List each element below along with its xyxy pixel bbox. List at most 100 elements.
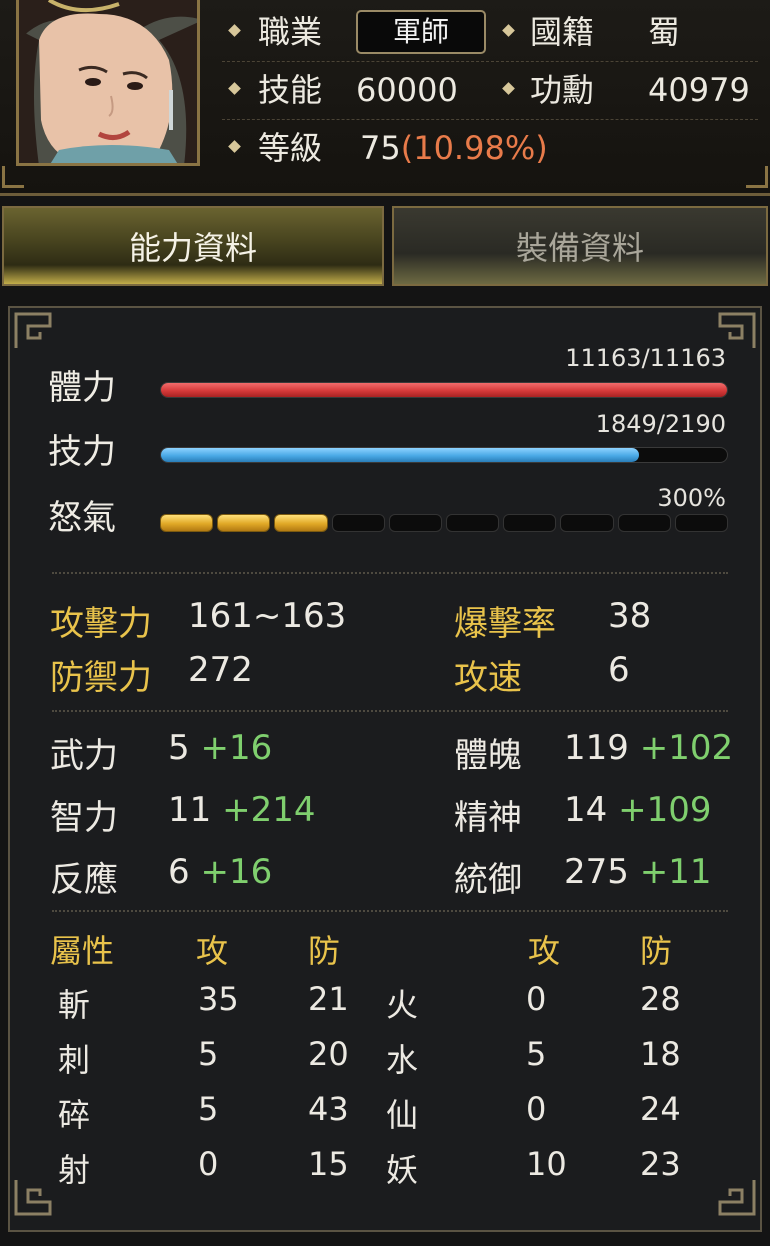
agi-label: 反應 — [50, 860, 118, 900]
agi-bonus: +16 — [200, 852, 273, 892]
fret-corner-icon — [12, 1176, 54, 1218]
attack-value: 161~163 — [188, 596, 347, 636]
element-atk: 0 — [198, 1145, 219, 1183]
element-atk: 5 — [198, 1090, 219, 1128]
info-row-job: 職業 軍師 國籍 蜀 — [222, 4, 758, 62]
bullet-diamond-icon — [502, 82, 515, 95]
element-atk: 35 — [198, 980, 239, 1018]
agi-value: 6 +16 — [168, 852, 272, 892]
int-base: 11 — [168, 790, 212, 830]
divider — [52, 910, 728, 912]
def-header: 防 — [640, 932, 673, 970]
rage-segment — [617, 514, 671, 532]
hp-value: 11163/11163 — [565, 344, 726, 372]
lead-value: 275 +11 — [564, 852, 711, 892]
job-badge: 軍師 — [356, 10, 486, 54]
spi-label: 精神 — [454, 798, 522, 838]
rage-segment — [503, 514, 557, 532]
level-value: 75(10.98%) — [360, 128, 548, 168]
merit-value: 40979 — [648, 71, 750, 109]
element-atk: 0 — [526, 980, 547, 1018]
element-name: 射 — [58, 1151, 91, 1189]
speed-value: 6 — [608, 650, 630, 690]
hp-label: 體力 — [48, 368, 116, 408]
crit-label: 爆擊率 — [454, 604, 556, 644]
rage-segment — [560, 514, 614, 532]
element-def: 23 — [640, 1145, 681, 1183]
atk-header: 攻 — [196, 932, 229, 970]
defense-value: 272 — [188, 650, 253, 690]
agi-base: 6 — [168, 852, 190, 892]
int-value: 11 +214 — [168, 790, 315, 830]
attr-header: 屬性 — [50, 932, 115, 970]
rage-segment — [274, 514, 328, 532]
element-def: 15 — [308, 1145, 349, 1183]
level-label: 等級 — [258, 129, 323, 167]
level-number: 75 — [360, 129, 401, 167]
element-name: 斬 — [58, 986, 91, 1024]
element-def: 20 — [308, 1035, 349, 1073]
nation-label: 國籍 — [530, 13, 595, 51]
bullet-diamond-icon — [228, 140, 241, 153]
skill-value: 60000 — [356, 71, 458, 109]
lead-bonus: +11 — [639, 852, 712, 892]
character-header: 職業 軍師 國籍 蜀 技能 60000 功勳 40979 等級 75(10.98… — [0, 0, 770, 196]
int-bonus: +214 — [222, 790, 316, 830]
element-atk: 5 — [198, 1035, 219, 1073]
rage-segment — [160, 514, 214, 532]
element-atk: 0 — [526, 1090, 547, 1128]
merit-label: 功勳 — [530, 71, 595, 109]
con-base: 119 — [564, 728, 629, 768]
con-bonus: +102 — [639, 728, 734, 768]
element-name: 仙 — [386, 1096, 419, 1134]
mp-bar — [160, 447, 728, 463]
element-name: 妖 — [386, 1151, 419, 1189]
element-atk: 5 — [526, 1035, 547, 1073]
info-row-skill: 技能 60000 功勳 40979 — [222, 62, 758, 120]
fret-corner-icon — [716, 1176, 758, 1218]
rage-bar — [160, 514, 729, 532]
spi-value: 14 +109 — [564, 790, 711, 830]
int-label: 智力 — [50, 798, 118, 838]
hp-bar — [160, 382, 728, 398]
str-value: 5 +16 — [168, 728, 272, 768]
element-name: 火 — [386, 986, 419, 1024]
rage-segment — [217, 514, 271, 532]
element-def: 21 — [308, 980, 349, 1018]
element-def: 43 — [308, 1090, 349, 1128]
rage-value: 300% — [657, 484, 726, 512]
spi-bonus: +109 — [618, 790, 712, 830]
mp-value: 1849/2190 — [595, 410, 726, 438]
nation-value: 蜀 — [648, 13, 681, 51]
character-portrait — [16, 0, 200, 166]
str-base: 5 — [168, 728, 190, 768]
tab-equipment[interactable]: 裝備資料 — [392, 206, 768, 286]
rage-segment — [446, 514, 500, 532]
lead-label: 統御 — [454, 860, 522, 900]
crit-value: 38 — [608, 596, 652, 636]
def-header: 防 — [308, 932, 341, 970]
divider — [52, 710, 728, 712]
bullet-diamond-icon — [228, 82, 241, 95]
element-name: 水 — [386, 1041, 419, 1079]
rage-segment — [388, 514, 443, 532]
rage-segment — [674, 514, 729, 532]
attack-label: 攻擊力 — [50, 604, 152, 644]
tab-ability[interactable]: 能力資料 — [2, 206, 384, 286]
speed-label: 攻速 — [454, 658, 522, 698]
element-def: 24 — [640, 1090, 681, 1128]
mp-bar-fill — [161, 448, 639, 462]
rage-segment — [331, 514, 385, 532]
level-percent: (10.98%) — [400, 129, 548, 167]
info-row-level: 等級 75(10.98%) — [222, 120, 758, 178]
bullet-diamond-icon — [228, 24, 241, 37]
fret-corner-icon — [12, 310, 54, 352]
str-bonus: +16 — [200, 728, 273, 768]
hp-bar-fill — [161, 383, 727, 397]
con-label: 體魄 — [454, 736, 522, 776]
job-label: 職業 — [258, 13, 323, 51]
spi-base: 14 — [564, 790, 608, 830]
bullet-diamond-icon — [502, 24, 515, 37]
divider — [52, 572, 728, 574]
str-label: 武力 — [50, 736, 118, 776]
